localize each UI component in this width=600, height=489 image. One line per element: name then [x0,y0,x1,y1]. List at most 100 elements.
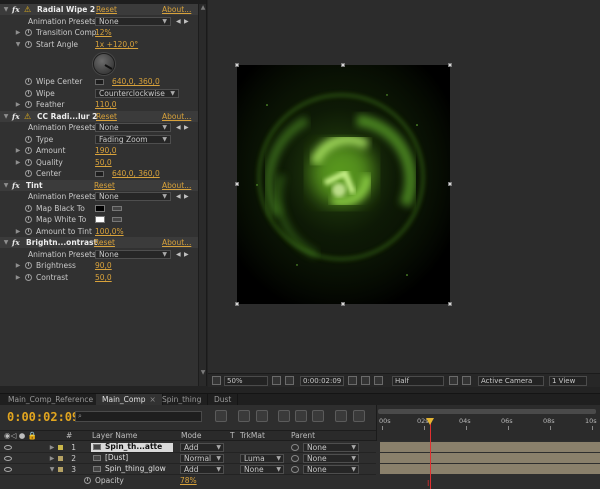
parent-pickwhip-icon[interactable] [291,455,299,462]
animation-presets-dropdown[interactable]: None ▼ [95,16,171,26]
camera-snapshot-icon[interactable] [348,376,357,385]
work-area-bar[interactable] [378,409,596,414]
transform-handle[interactable] [448,302,452,306]
stopwatch-icon[interactable] [25,78,32,85]
prop-value[interactable]: 640,0, 360,0 [112,168,160,179]
about-link[interactable]: About... [162,237,191,248]
label-color-swatch[interactable] [58,467,63,472]
reset-link[interactable]: Reset [96,4,117,15]
layer-name[interactable]: Spin_th...atte [91,443,173,452]
draft-3d-icon[interactable] [256,410,268,422]
effect-header-brightness-contrast[interactable]: ▼ fx Brightn...ontrast Reset About... [0,237,198,249]
expand-triangle-icon[interactable]: ▶ [14,157,22,168]
about-link[interactable]: About... [162,4,191,15]
prop-value[interactable]: 640,0, 360,0 [112,76,160,87]
layer-duration-bar[interactable] [380,453,600,463]
eyedropper-icon[interactable] [112,205,122,211]
next-preset-icon[interactable]: ▶ [184,249,189,260]
point-picker-icon[interactable] [95,171,104,177]
stopwatch-icon[interactable] [25,216,32,223]
collapse-triangle-icon[interactable]: ▼ [2,237,10,248]
transform-handle[interactable] [235,302,239,306]
about-link[interactable]: About... [162,111,191,122]
prop-value[interactable]: 100,0% [95,226,124,237]
stopwatch-icon[interactable] [25,101,32,108]
resolution-dropdown[interactable]: Half [392,376,444,386]
stopwatch-icon[interactable] [25,170,32,177]
mode-dropdown[interactable]: Add ▼ [180,465,224,474]
animation-presets-dropdown[interactable]: None ▼ [95,123,171,132]
prop-value[interactable]: 190,0 [95,145,116,156]
stopwatch-icon[interactable] [25,29,32,36]
show-snapshot-icon[interactable] [361,376,370,385]
video-eye-icon[interactable] [4,445,12,450]
next-preset-icon[interactable]: ▶ [184,16,189,27]
color-swatch-black[interactable] [95,204,105,212]
fast-previews-icon[interactable] [449,376,458,385]
angle-dial[interactable] [93,53,115,75]
layer-duration-bar[interactable] [380,442,600,452]
layer-row[interactable]: ▶ 1 Spin_th...atte Add ▼ None ▼ [0,442,376,453]
type-dropdown[interactable]: Fading Zoom ▼ [95,134,171,144]
transform-handle[interactable] [341,302,345,306]
transform-handle[interactable] [448,63,452,67]
prev-preset-icon[interactable]: ◀ [176,191,181,202]
current-time-indicator[interactable] [430,420,431,489]
stopwatch-icon[interactable] [25,135,32,143]
frame-blending-icon[interactable] [295,410,307,422]
parent-dropdown[interactable]: None ▼ [303,443,359,452]
stopwatch-icon[interactable] [25,40,32,48]
current-time-display[interactable]: 0:00:02:09 [300,376,344,386]
scroll-down-icon[interactable]: ▼ [199,369,206,376]
layer-name[interactable]: [Dust] [91,454,173,463]
eyedropper-icon[interactable] [112,217,122,222]
video-eye-icon[interactable] [4,456,12,461]
collapse-triangle-icon[interactable]: ▼ [2,180,10,191]
layer-row[interactable]: ▼ 3 Spin_thing_glow Add ▼ None ▼ None ▼ [0,464,376,475]
animation-presets-dropdown[interactable]: None ▼ [95,192,171,201]
motion-blur-icon[interactable] [312,410,324,422]
expand-triangle-icon[interactable]: ▶ [14,260,22,271]
transform-handle[interactable] [235,63,239,67]
transform-handle[interactable] [341,63,345,67]
fx-toggle-icon[interactable]: fx [12,4,20,15]
composition-mini-flowchart-icon[interactable] [215,410,227,422]
color-channels-icon[interactable] [374,376,383,385]
brainstorm-icon[interactable] [353,410,365,422]
reset-link[interactable]: Reset [94,237,115,248]
animation-presets-dropdown[interactable]: None ▼ [95,249,171,259]
trkmat-dropdown[interactable]: None ▼ [240,465,284,474]
collapse-triangle-icon[interactable]: ▼ [2,4,10,15]
prop-value[interactable]: 50,0 [95,272,112,283]
expand-triangle-icon[interactable]: ▶ [14,272,22,283]
prop-value[interactable]: 50,0 [95,157,112,168]
wipe-dropdown[interactable]: Counterclockwise ▼ [95,88,179,98]
about-link[interactable]: About... [162,180,191,191]
reset-link[interactable]: Reset [94,180,115,191]
mode-dropdown[interactable]: Normal ▼ [180,454,224,463]
trkmat-dropdown[interactable]: Luma ▼ [240,454,284,463]
keyframe-icon[interactable]: I [427,479,429,488]
label-color-swatch[interactable] [58,445,63,450]
stopwatch-icon[interactable] [25,262,32,269]
stopwatch-icon[interactable] [25,273,32,281]
layer-name[interactable]: Spin_thing_glow [91,465,173,474]
region-of-interest-icon[interactable] [285,376,294,385]
current-time-indicator-head[interactable] [426,418,434,425]
collapse-triangle-icon[interactable]: ▼ [2,111,10,122]
expand-triangle-icon[interactable]: ▶ [14,99,22,110]
expand-triangle-icon[interactable]: ▶ [48,453,56,464]
layer-duration-bar[interactable] [380,464,600,474]
expand-triangle-icon[interactable]: ▶ [14,145,22,156]
composition-frame[interactable] [237,65,450,304]
grid-icon[interactable] [272,376,281,385]
magnification-dropdown[interactable]: 50% [224,376,268,386]
prop-value[interactable]: 110,0 [95,99,116,110]
next-preset-icon[interactable]: ▶ [184,122,189,133]
expand-triangle-icon[interactable]: ▶ [14,27,22,38]
stopwatch-icon[interactable] [25,204,32,212]
parent-dropdown[interactable]: None ▼ [303,454,359,463]
live-update-icon[interactable] [238,410,250,422]
opacity-value[interactable]: 78% [180,475,197,486]
current-timecode[interactable]: 0:00:02:09 [7,410,79,424]
